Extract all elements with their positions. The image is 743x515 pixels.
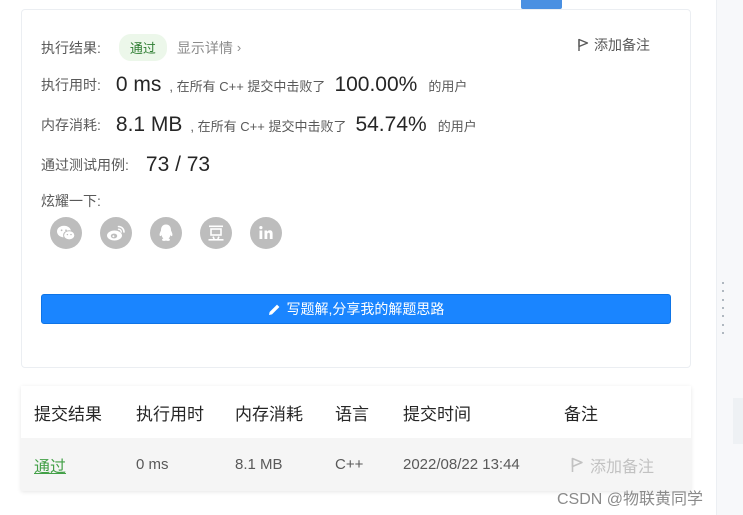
runtime-compare-text: , 在所有 C++ 提交中击败了 bbox=[169, 78, 326, 94]
share-weibo-button[interactable] bbox=[100, 217, 132, 249]
memory-percent: 54.74% bbox=[355, 113, 427, 136]
table-header: 提交结果 执行用时 内存消耗 语言 提交时间 备注 bbox=[21, 386, 691, 438]
linkedin-icon bbox=[259, 226, 273, 239]
runtime-row: 执行用时: 0 ms , 在所有 C++ 提交中击败了 100.00% 的用户 bbox=[41, 73, 467, 97]
drag-handle[interactable] bbox=[722, 282, 726, 334]
memory-compare-text: , 在所有 C++ 提交中击败了 bbox=[190, 118, 347, 134]
add-note-label: 添加备注 bbox=[594, 37, 650, 53]
rail-marker bbox=[733, 398, 743, 444]
share-linkedin-button[interactable] bbox=[250, 217, 282, 249]
row-add-note-label: 添加备注 bbox=[590, 458, 655, 476]
tests-value: 73 / 73 bbox=[145, 153, 211, 176]
share-qq-button[interactable] bbox=[150, 217, 182, 249]
tests-label: 通过测试用例: bbox=[41, 157, 129, 173]
chevron-right-icon: › bbox=[236, 40, 242, 55]
header-runtime: 执行用时 bbox=[136, 404, 204, 424]
share-row: 炫耀一下: bbox=[41, 191, 101, 211]
runtime-suffix: 的用户 bbox=[428, 78, 468, 94]
write-solution-button[interactable]: 写题解,分享我的解题思路 bbox=[41, 294, 671, 324]
share-douban-button[interactable] bbox=[200, 217, 232, 249]
result-row: 执行结果: 通过 显示详情 › bbox=[41, 34, 241, 61]
result-card: 执行结果: 通过 显示详情 › 添加备注 执行用时: 0 ms , 在所有 C+… bbox=[21, 9, 691, 368]
flag-icon bbox=[571, 457, 583, 472]
memory-suffix: 的用户 bbox=[437, 118, 477, 134]
runtime-label: 执行用时: bbox=[41, 77, 101, 93]
row-add-note-button[interactable]: 添加备注 bbox=[570, 438, 654, 491]
write-solution-label: 写题解,分享我的解题思路 bbox=[286, 301, 445, 317]
header-language: 语言 bbox=[335, 404, 369, 424]
add-note-button[interactable]: 添加备注 bbox=[577, 35, 650, 55]
share-wechat-button[interactable] bbox=[50, 217, 82, 249]
row-memory: 8.1 MB bbox=[235, 456, 283, 473]
share-icons bbox=[50, 217, 300, 249]
weibo-icon bbox=[107, 225, 125, 241]
runtime-value: 0 ms bbox=[115, 73, 162, 96]
memory-label: 内存消耗: bbox=[41, 117, 101, 133]
top-tab-indicator[interactable] bbox=[521, 0, 562, 9]
memory-value: 8.1 MB bbox=[115, 113, 183, 136]
memory-row: 内存消耗: 8.1 MB , 在所有 C++ 提交中击败了 54.74% 的用户 bbox=[41, 113, 477, 137]
douban-icon bbox=[208, 225, 224, 241]
watermark: CSDN @物联黄同学 bbox=[557, 491, 704, 508]
runtime-percent: 100.00% bbox=[334, 73, 418, 96]
row-time: 2022/08/22 13:44 bbox=[403, 456, 520, 473]
flag-icon bbox=[578, 38, 589, 51]
status-badge: 通过 bbox=[118, 34, 167, 61]
show-details-label: 显示详情 bbox=[176, 39, 233, 56]
table-row: 通过 0 ms 8.1 MB C++ 2022/08/22 13:44 添加备注 bbox=[21, 438, 691, 491]
tests-row: 通过测试用例: 73 / 73 bbox=[41, 153, 210, 177]
submissions-table: 提交结果 执行用时 内存消耗 语言 提交时间 备注 通过 0 ms 8.1 MB… bbox=[21, 386, 691, 491]
show-details-link[interactable]: 显示详情 › bbox=[177, 38, 241, 58]
share-label: 炫耀一下: bbox=[41, 193, 101, 209]
pencil-icon bbox=[268, 304, 279, 315]
qq-icon bbox=[159, 224, 173, 241]
header-note: 备注 bbox=[564, 404, 598, 424]
result-label: 执行结果: bbox=[41, 39, 101, 56]
row-runtime: 0 ms bbox=[136, 456, 169, 473]
row-result-link[interactable]: 通过 bbox=[34, 438, 66, 491]
header-memory: 内存消耗 bbox=[235, 404, 303, 424]
row-language: C++ bbox=[335, 456, 364, 473]
header-time: 提交时间 bbox=[403, 404, 471, 424]
wechat-icon bbox=[57, 225, 76, 241]
header-result: 提交结果 bbox=[34, 404, 102, 424]
